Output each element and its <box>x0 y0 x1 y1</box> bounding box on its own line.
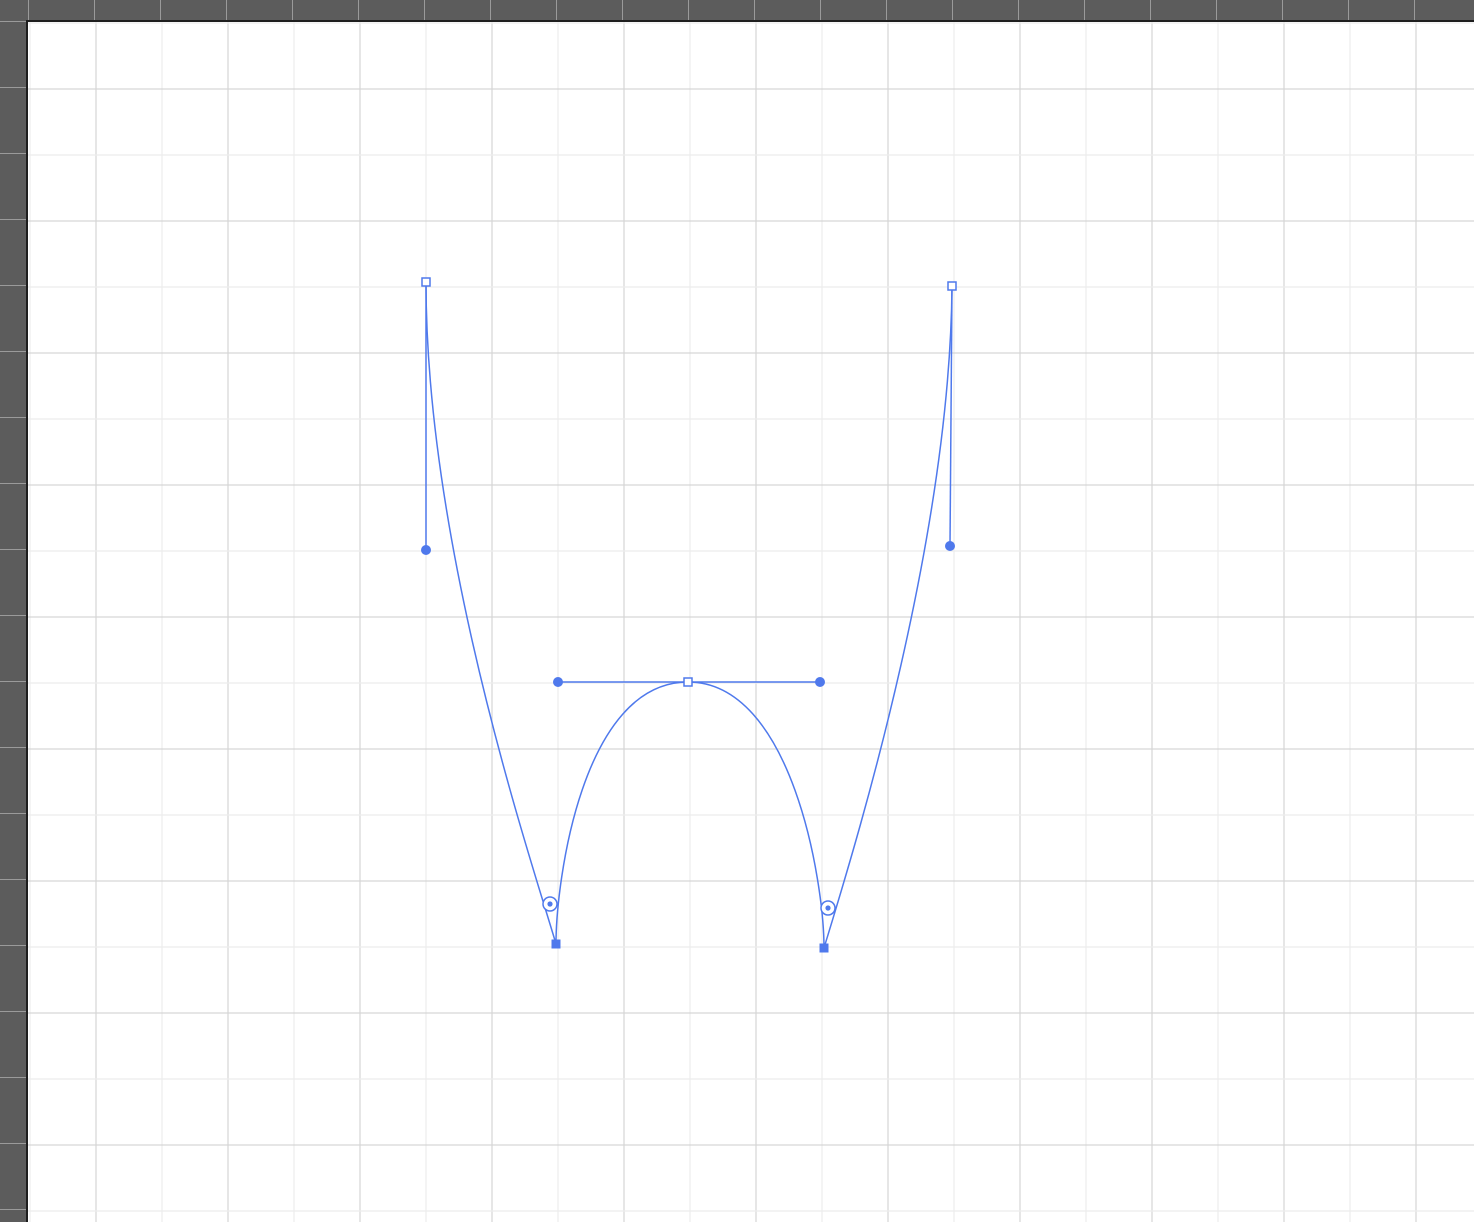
ruler-tick <box>0 285 26 286</box>
ruler-tick <box>0 153 26 154</box>
ruler-tick <box>0 747 26 748</box>
ruler-tick <box>0 549 26 550</box>
ruler-tick <box>490 0 491 20</box>
ruler-tick <box>0 1143 26 1144</box>
ruler-tick <box>0 21 26 22</box>
ruler-tick <box>0 813 26 814</box>
pixel-grid <box>28 22 1474 1222</box>
ruler-tick <box>424 0 425 20</box>
bezier-path[interactable] <box>425 281 953 949</box>
handle-left-down[interactable] <box>421 545 431 555</box>
ruler-tick <box>0 1011 26 1012</box>
anchor-top-right[interactable] <box>947 281 957 291</box>
corner-widget-right[interactable] <box>820 900 836 916</box>
ruler-tick <box>358 0 359 20</box>
handle-center-right[interactable] <box>815 677 825 687</box>
vector-editor-window <box>0 0 1474 1222</box>
ruler-tick <box>1282 0 1283 20</box>
corner-widget-left[interactable] <box>542 896 558 912</box>
ruler-tick <box>0 219 26 220</box>
ruler-tick <box>160 0 161 20</box>
ruler-tick <box>754 0 755 20</box>
ruler-tick <box>94 0 95 20</box>
ruler-tick <box>622 0 623 20</box>
ruler-tick <box>1018 0 1019 20</box>
anchor-top-center[interactable] <box>683 677 693 687</box>
ruler-tick <box>0 1077 26 1078</box>
ruler-tick <box>0 483 26 484</box>
ruler-tick <box>0 351 26 352</box>
ruler-tick <box>886 0 887 20</box>
artboard-canvas[interactable] <box>26 20 1474 1222</box>
ruler-tick <box>688 0 689 20</box>
ruler-tick <box>1348 0 1349 20</box>
ruler-tick <box>0 879 26 880</box>
horizontal-ruler[interactable] <box>0 0 1474 20</box>
ruler-tick <box>1150 0 1151 20</box>
ruler-tick <box>0 681 26 682</box>
ruler-tick <box>0 945 26 946</box>
ruler-tick <box>226 0 227 20</box>
anchor-top-left[interactable] <box>421 277 431 287</box>
ruler-tick <box>0 1209 26 1210</box>
ruler-tick <box>0 87 26 88</box>
ruler-tick <box>556 0 557 20</box>
ruler-tick <box>1084 0 1085 20</box>
handle-right-down[interactable] <box>945 541 955 551</box>
ruler-tick <box>1414 0 1415 20</box>
handle-center-left[interactable] <box>553 677 563 687</box>
ruler-tick <box>1216 0 1217 20</box>
canvas-drawing[interactable] <box>28 22 1474 1222</box>
anchor-bottom-left[interactable] <box>551 939 561 949</box>
ruler-tick <box>28 0 29 20</box>
ruler-tick <box>820 0 821 20</box>
ruler-tick <box>952 0 953 20</box>
vertical-ruler[interactable] <box>0 0 26 1222</box>
ruler-tick <box>0 615 26 616</box>
ruler-tick <box>292 0 293 20</box>
ruler-tick <box>0 417 26 418</box>
anchor-bottom-right[interactable] <box>819 943 829 953</box>
bezier-path-group[interactable] <box>421 277 957 953</box>
